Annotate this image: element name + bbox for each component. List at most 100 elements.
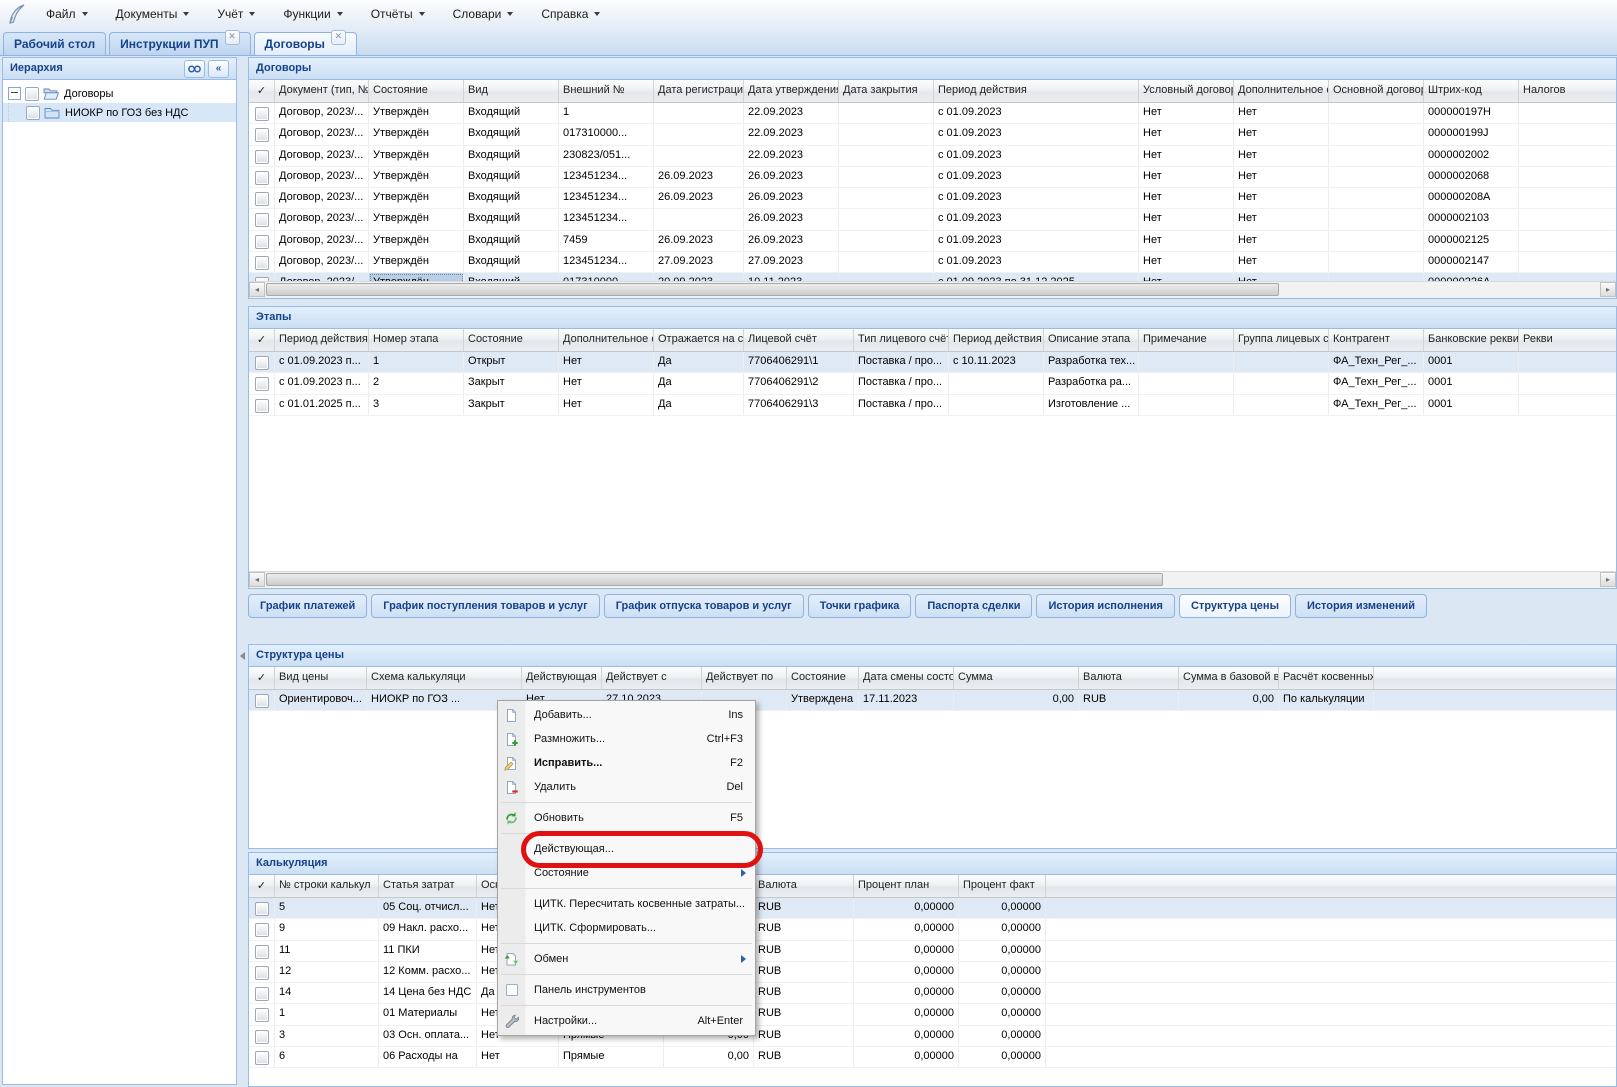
row-checkbox[interactable] — [255, 128, 269, 142]
detail-tab[interactable]: Точки графика — [808, 594, 912, 618]
context-menu-item[interactable]: ЦИТК. Пересчитать косвенные затраты... — [498, 892, 755, 916]
column-header[interactable]: Период действия — [934, 80, 1139, 102]
column-header[interactable]: Схема калькуляци — [367, 667, 522, 689]
column-header[interactable]: Примечание — [1139, 329, 1234, 351]
column-header[interactable]: Действует с — [602, 667, 702, 689]
scroll-left-arrow[interactable]: ◂ — [249, 282, 265, 297]
close-icon[interactable]: ✕ — [331, 30, 346, 45]
column-header[interactable]: Рекви — [1519, 329, 1616, 351]
table-row[interactable]: 1414 Цена без НДСДаRUB0,000000,00000 — [249, 983, 1616, 1004]
context-menu-item[interactable]: ОбновитьF5 — [498, 806, 755, 830]
context-menu-item[interactable]: Панель инструментов — [498, 978, 755, 1002]
column-header[interactable]: Лицевой счёт — [744, 329, 854, 351]
scroll-right-arrow[interactable]: ▸ — [1600, 572, 1616, 587]
close-icon[interactable]: ✕ — [225, 30, 240, 45]
table-row[interactable]: Договор, 2023/...УтверждёнВходящий123451… — [249, 209, 1616, 230]
table-row[interactable]: Договор, 2023/...УтверждёнВходящий123451… — [249, 252, 1616, 273]
table-row[interactable]: с 01.09.2023 п...2ЗакрытНетДа7706406291\… — [249, 373, 1616, 394]
menubar-item[interactable]: Документы — [108, 4, 198, 24]
detail-tab[interactable]: График отпуска товаров и услуг — [604, 594, 804, 618]
column-header[interactable]: Дополнительное с — [559, 329, 654, 351]
scroll-left-arrow[interactable]: ◂ — [249, 572, 265, 587]
row-checkbox[interactable] — [255, 356, 269, 370]
menubar-item[interactable]: Справка — [533, 4, 608, 24]
menubar-item[interactable]: Словари — [445, 4, 522, 24]
column-header[interactable]: Расчёт косвенных — [1279, 667, 1374, 689]
context-menu-item[interactable]: ЦИТК. Сформировать... — [498, 916, 755, 940]
column-header[interactable]: Группа лицевых с — [1234, 329, 1329, 351]
column-header[interactable]: Состояние — [369, 80, 464, 102]
table-row[interactable]: Договор, 2023/...УтверждёнВходящий017310… — [249, 124, 1616, 145]
row-checkbox[interactable] — [255, 945, 269, 959]
column-header[interactable]: Дополнительное с — [1234, 80, 1329, 102]
tab-inactive[interactable]: Инструкции ПУП✕ — [109, 32, 250, 55]
detail-tab[interactable]: Паспорта сделки — [915, 594, 1032, 618]
detail-tab[interactable]: График платежей — [248, 594, 367, 618]
select-all-column-header[interactable]: ✓ — [249, 667, 275, 689]
select-all-column-header[interactable]: ✓ — [249, 80, 275, 102]
context-menu-item[interactable]: Обмен — [498, 947, 755, 971]
row-checkbox[interactable] — [255, 171, 269, 185]
column-header[interactable]: Дата смены состоя — [859, 667, 954, 689]
context-menu-item[interactable]: Состояние — [498, 861, 755, 885]
row-checkbox[interactable] — [255, 694, 269, 708]
detail-tab[interactable]: История исполнения — [1036, 594, 1175, 618]
column-header[interactable]: Вид — [464, 80, 559, 102]
table-row[interactable]: 1212 Комм. расхо...НетRUB0,000000,00000 — [249, 962, 1616, 983]
row-checkbox[interactable] — [255, 235, 269, 249]
table-row[interactable]: 606 Расходы наНетПрямые0,00RUB0,000000,0… — [249, 1047, 1616, 1068]
row-checkbox[interactable] — [255, 902, 269, 916]
select-all-column-header[interactable]: ✓ — [249, 329, 275, 351]
contracts-horizontal-scrollbar[interactable]: ◂ ▸ — [249, 281, 1616, 298]
select-all-column-header[interactable]: ✓ — [249, 875, 275, 897]
table-row[interactable]: Ориентировоч...НИОКР по ГОЗ ...Нет27.10.… — [249, 690, 1616, 711]
context-menu-item[interactable]: Размножить...Ctrl+F3 — [498, 727, 755, 751]
column-header[interactable]: Документ (тип, № — [275, 80, 369, 102]
row-checkbox[interactable] — [255, 192, 269, 206]
row-checkbox[interactable] — [255, 1030, 269, 1044]
table-row[interactable]: 909 Накл. расхо...НетRUB0,000000,00000 — [249, 919, 1616, 940]
column-header[interactable]: Дата закрытия — [839, 80, 934, 102]
table-row[interactable]: 1111 ПКИНетRUB0,000000,00000 — [249, 941, 1616, 962]
column-header[interactable]: Состояние — [787, 667, 859, 689]
scroll-right-arrow[interactable]: ▸ — [1600, 282, 1616, 297]
tree-item[interactable]: НИОКР по ГОЗ без НДС — [3, 103, 236, 122]
column-header[interactable]: Процент план — [854, 875, 959, 897]
row-checkbox[interactable] — [255, 1051, 269, 1065]
column-header[interactable]: Валюта — [754, 875, 854, 897]
scrollbar-thumb[interactable] — [266, 283, 1279, 296]
column-header[interactable]: Вид цены — [275, 667, 367, 689]
context-menu-item[interactable]: Добавить...Ins — [498, 703, 755, 727]
column-header[interactable]: Дата утверждения — [744, 80, 839, 102]
table-row[interactable]: с 01.09.2023 п...1ОткрытНетДа7706406291\… — [249, 352, 1616, 373]
row-checkbox[interactable] — [255, 923, 269, 937]
column-header[interactable]: Валюта — [1079, 667, 1179, 689]
column-header[interactable]: Налогов — [1519, 80, 1616, 102]
detail-tab[interactable]: История изменений — [1295, 594, 1427, 618]
detail-tab[interactable]: Структура цены — [1179, 594, 1291, 618]
row-checkbox[interactable] — [255, 1008, 269, 1022]
column-header[interactable]: Внешний № — [559, 80, 654, 102]
table-row[interactable]: 505 Соц. отчисл...НетRUB0,000000,00000 — [249, 898, 1616, 919]
column-header[interactable]: Сумма — [954, 667, 1079, 689]
binoculars-icon[interactable] — [184, 60, 205, 78]
table-row[interactable]: Договор, 2023/...УтверждёнВходящий745926… — [249, 231, 1616, 252]
column-header[interactable]: Сумма в базовой в — [1179, 667, 1279, 689]
column-header[interactable]: Действует по — [702, 667, 787, 689]
column-header[interactable]: Описание этапа — [1044, 329, 1139, 351]
row-checkbox[interactable] — [255, 213, 269, 227]
table-row[interactable]: Договор, 2023/...УтверждёнВходящий230823… — [249, 146, 1616, 167]
context-menu-item[interactable]: УдалитьDel — [498, 775, 755, 799]
menubar-item[interactable]: Отчёты — [363, 4, 433, 24]
collapse-expander-icon[interactable] — [8, 87, 21, 100]
column-header[interactable]: Статья затрат — [379, 875, 477, 897]
row-checkbox[interactable] — [255, 399, 269, 413]
menubar-item[interactable]: Файл — [38, 4, 96, 24]
table-row[interactable]: Договор, 2023/...УтверждёнВходящий123451… — [249, 188, 1616, 209]
row-checkbox[interactable] — [255, 150, 269, 164]
scroll-left-arrow[interactable] — [240, 652, 245, 660]
column-header[interactable]: Контрагент — [1329, 329, 1424, 351]
column-header[interactable]: Банковские рекви — [1424, 329, 1519, 351]
table-row[interactable]: с 01.01.2025 п...3ЗакрытНетДа7706406291\… — [249, 395, 1616, 416]
column-header[interactable]: Номер этапа — [369, 329, 464, 351]
